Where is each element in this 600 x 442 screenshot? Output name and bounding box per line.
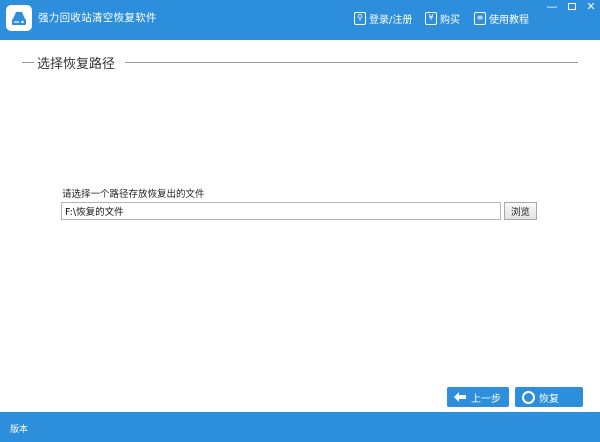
version-label: 版本 <box>10 425 29 435</box>
title-bar: 强力回收站清空恢复软件 ⚲ 登录/注册 ¥ 购买 ≡ 使用教程 — ✕ <box>0 0 600 40</box>
tutorial-label: 使用教程 <box>489 14 529 26</box>
maximize-icon <box>568 3 576 10</box>
section-title: 选择恢复路径 <box>37 53 126 72</box>
key-icon: ⚲ <box>354 11 366 25</box>
yen-icon: ¥ <box>425 11 437 25</box>
recycle-drive-icon <box>6 5 32 31</box>
book-icon: ≡ <box>474 11 486 25</box>
maximize-button[interactable] <box>563 0 581 14</box>
app-title: 强力回收站清空恢复软件 <box>38 12 157 24</box>
back-arrow-icon <box>453 390 467 404</box>
status-bar: 版本 <box>0 412 600 442</box>
previous-step-button[interactable]: 上一步 <box>447 387 509 407</box>
section-divider-left <box>22 62 34 63</box>
recover-circle-icon <box>521 390 535 404</box>
previous-step-label: 上一步 <box>471 393 501 405</box>
buy-link[interactable]: ¥ 购买 <box>425 10 460 26</box>
recover-button[interactable]: 恢复 <box>515 387 583 407</box>
path-prompt-label: 请选择一个路径存放恢复出的文件 <box>62 189 205 200</box>
recovery-path-input[interactable] <box>61 202 501 220</box>
browse-button[interactable]: 浏览 <box>504 202 537 220</box>
tutorial-link[interactable]: ≡ 使用教程 <box>474 10 529 26</box>
close-button[interactable]: ✕ <box>582 0 600 14</box>
minimize-button[interactable]: — <box>543 0 561 14</box>
section-divider <box>124 62 578 63</box>
buy-label: 购买 <box>440 14 460 26</box>
recover-label: 恢复 <box>539 393 559 405</box>
login-register-link[interactable]: ⚲ 登录/注册 <box>354 10 412 26</box>
login-register-label: 登录/注册 <box>369 14 413 26</box>
